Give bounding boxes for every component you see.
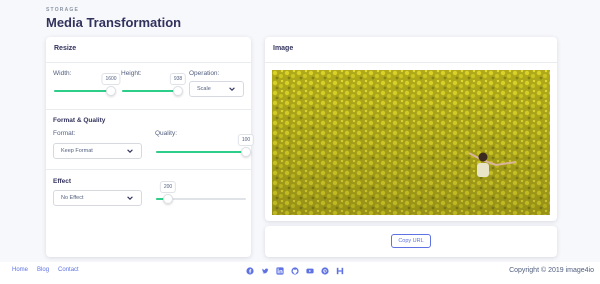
- format-quality-title: Format & Quality: [53, 117, 106, 124]
- height-slider-fill: [122, 90, 178, 92]
- format-label: Format:: [53, 130, 76, 137]
- width-slider-thumb[interactable]: [106, 86, 116, 96]
- operation-label: Operation:: [189, 70, 220, 77]
- width-label: Width:: [53, 70, 72, 77]
- footer-link-home[interactable]: Home: [12, 267, 28, 273]
- resize-title: Resize: [46, 37, 251, 63]
- height-tooltip: 938: [169, 73, 187, 85]
- divider: [46, 109, 251, 110]
- effect-value: No Effect: [61, 195, 84, 201]
- width-slider-fill: [54, 90, 111, 92]
- youtube-icon[interactable]: [306, 267, 314, 275]
- quality-label: Quality:: [155, 130, 178, 137]
- linkedin-icon[interactable]: [276, 267, 284, 275]
- height-slider[interactable]: 938: [122, 73, 187, 96]
- quality-slider-thumb[interactable]: [241, 147, 251, 157]
- divider: [46, 169, 251, 170]
- copy-card: Copy URL: [265, 226, 557, 257]
- width-slider[interactable]: 1600: [54, 73, 121, 96]
- social-icons: [246, 267, 344, 275]
- height-slider-thumb[interactable]: [173, 86, 183, 96]
- chevron-down-icon: [229, 87, 235, 91]
- image-title: Image: [265, 37, 557, 63]
- footer-link-blog[interactable]: Blog: [37, 267, 49, 273]
- producthunt-icon[interactable]: [336, 267, 344, 275]
- image-card: Image: [265, 37, 557, 221]
- operation-value: Scale: [197, 86, 211, 92]
- copy-url-button[interactable]: Copy URL: [391, 234, 431, 248]
- quality-slider[interactable]: 100: [156, 134, 255, 157]
- height-label: Height:: [121, 70, 142, 77]
- preview-image: [272, 70, 550, 215]
- format-value: Keep Format: [61, 148, 93, 154]
- section-overline: STORAGE: [46, 7, 80, 13]
- chevron-down-icon: [127, 149, 133, 153]
- format-select[interactable]: Keep Format: [53, 143, 142, 159]
- chevron-down-icon: [127, 196, 133, 200]
- twitter-icon[interactable]: [261, 267, 269, 275]
- quality-slider-fill: [156, 151, 246, 153]
- facebook-icon[interactable]: [246, 267, 254, 275]
- copyright-text: Copyright © 2019 image4io: [509, 267, 594, 274]
- github-icon[interactable]: [291, 267, 299, 275]
- page-header: STORAGE Media Transformation: [46, 7, 181, 30]
- effect-slider-thumb[interactable]: [163, 194, 173, 204]
- effect-select[interactable]: No Effect: [53, 190, 142, 206]
- operation-select[interactable]: Scale: [189, 81, 244, 97]
- footer-link-contact[interactable]: Contact: [58, 267, 79, 273]
- pinterest-icon[interactable]: [321, 267, 329, 275]
- footer-links: Home Blog Contact: [12, 267, 79, 273]
- effect-tooltip: 200: [159, 181, 177, 193]
- effect-title: Effect: [53, 178, 72, 185]
- page-title: Media Transformation: [46, 15, 182, 30]
- width-tooltip: 1600: [101, 73, 121, 85]
- footer: Home Blog Contact Copyright © 2019 image…: [0, 262, 600, 284]
- effect-slider[interactable]: 200: [156, 181, 246, 204]
- settings-card: Resize Width: 1600 Height: 938 Operation…: [46, 37, 255, 257]
- quality-tooltip: 100: [237, 134, 255, 146]
